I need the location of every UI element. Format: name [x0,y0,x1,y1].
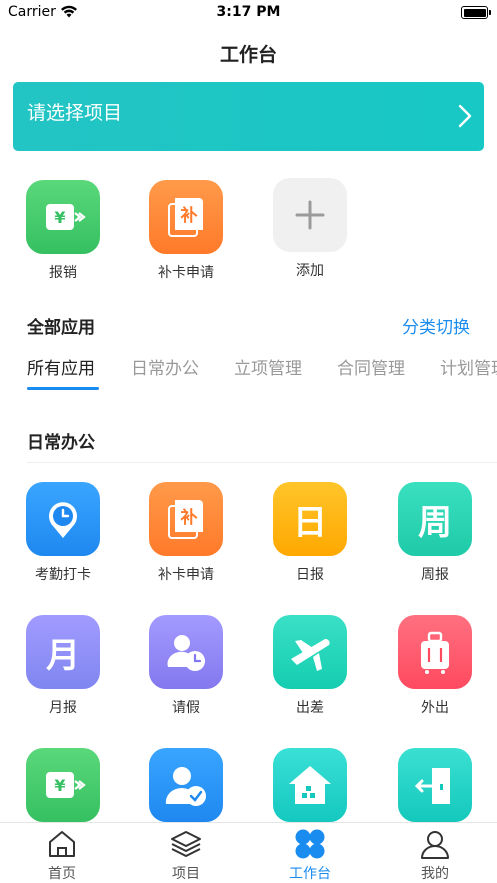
svg-text:补: 补 [180,507,198,528]
reimburse-icon: ¥ [26,180,100,254]
card-supplement-icon: 补 [149,482,223,556]
svg-text:¥: ¥ [54,208,65,227]
active-tab-indicator [27,387,99,390]
status-bar: Carrier 3:17 PM [0,0,497,26]
quick-app-reimburse[interactable]: ¥ 报销 [8,180,118,282]
monthly-report-icon: 月 [26,615,100,689]
card-supplement-icon: 补 [149,180,223,254]
group-title: 日常办公 [27,433,95,453]
app-reimburse[interactable]: ¥ [8,748,118,822]
workbench-icon [295,829,325,859]
app-leave[interactable]: 请假 [131,615,241,717]
tabbar-item-projects[interactable]: 项目 [131,827,241,883]
app-business-trip[interactable]: 出差 [255,615,365,717]
daily-report-icon: 日 [273,482,347,556]
app-label: 补卡申请 [158,567,214,583]
tabbar-item-workbench[interactable]: 工作台 [255,827,365,883]
tab-daily-office[interactable]: 日常办公 [131,354,199,379]
page-title: 工作台 [219,44,277,66]
app-label: 外出 [421,700,449,716]
door-exit-icon [398,748,472,822]
leave-icon [149,615,223,689]
tabbar-item-me[interactable]: 我的 [380,827,490,883]
project-selector[interactable]: 请选择项目 [13,82,484,151]
layers-icon [171,831,201,857]
app-user-check[interactable] [131,748,241,822]
house-icon [273,748,347,822]
app-monthly-report[interactable]: 月 月报 [8,615,118,717]
project-selector-label: 请选择项目 [27,102,123,124]
tabbar-label: 项目 [172,866,200,882]
all-apps-title: 全部应用 [27,318,95,338]
category-switch-link[interactable]: 分类切换 [402,313,470,338]
app-outing[interactable]: 外出 [380,615,490,717]
tabbar-label: 首页 [48,866,76,882]
tabbar-label: 我的 [421,866,449,882]
battery-icon [461,6,491,19]
app-card-supplement[interactable]: 补 补卡申请 [131,482,241,584]
svg-text:¥: ¥ [54,776,65,795]
tabbar-item-home[interactable]: 首页 [7,827,117,883]
user-icon [421,831,449,859]
reimburse-icon: ¥ [26,748,100,822]
tabbar-label: 工作台 [289,866,331,882]
app-house[interactable] [255,748,365,822]
user-check-icon [149,748,223,822]
app-label: 周报 [421,567,449,583]
quick-app-label: 报销 [49,265,77,281]
quick-app-label: 补卡申请 [158,265,214,281]
tab-contract-management[interactable]: 合同管理 [337,354,405,379]
status-time: 3:17 PM [216,4,281,20]
clock-location-icon [26,482,100,556]
quick-app-label: 添加 [296,263,324,279]
tab-project-approval[interactable]: 立项管理 [234,354,302,379]
bottom-tab-bar: 首页 项目 工作台 我的 [0,822,497,883]
svg-text:补: 补 [180,205,198,226]
airplane-icon [273,615,347,689]
divider [27,462,497,463]
tab-plan-management[interactable]: 计划管理 [440,354,497,379]
app-label: 考勤打卡 [35,567,91,583]
app-label: 请假 [172,700,200,716]
app-label: 日报 [296,567,324,583]
app-daily-report[interactable]: 日 日报 [255,482,365,584]
quick-apps: ¥ 报销 补 补卡申请 添加 [0,178,497,288]
app-label: 月报 [49,700,77,716]
tab-all-apps[interactable]: 所有应用 [27,354,95,379]
category-tabs: 所有应用 日常办公 立项管理 合同管理 计划管理 [0,350,497,390]
app-door-exit[interactable] [380,748,490,822]
chevron-right-icon [458,104,472,128]
quick-app-add[interactable]: 添加 [255,178,365,280]
weekly-report-icon: 周 [398,482,472,556]
home-icon [49,831,75,857]
quick-app-card-supplement[interactable]: 补 补卡申请 [131,180,241,282]
luggage-icon [398,615,472,689]
add-icon [273,178,347,252]
app-attendance[interactable]: 考勤打卡 [8,482,118,584]
app-label: 出差 [296,700,324,716]
app-weekly-report[interactable]: 周 周报 [380,482,490,584]
